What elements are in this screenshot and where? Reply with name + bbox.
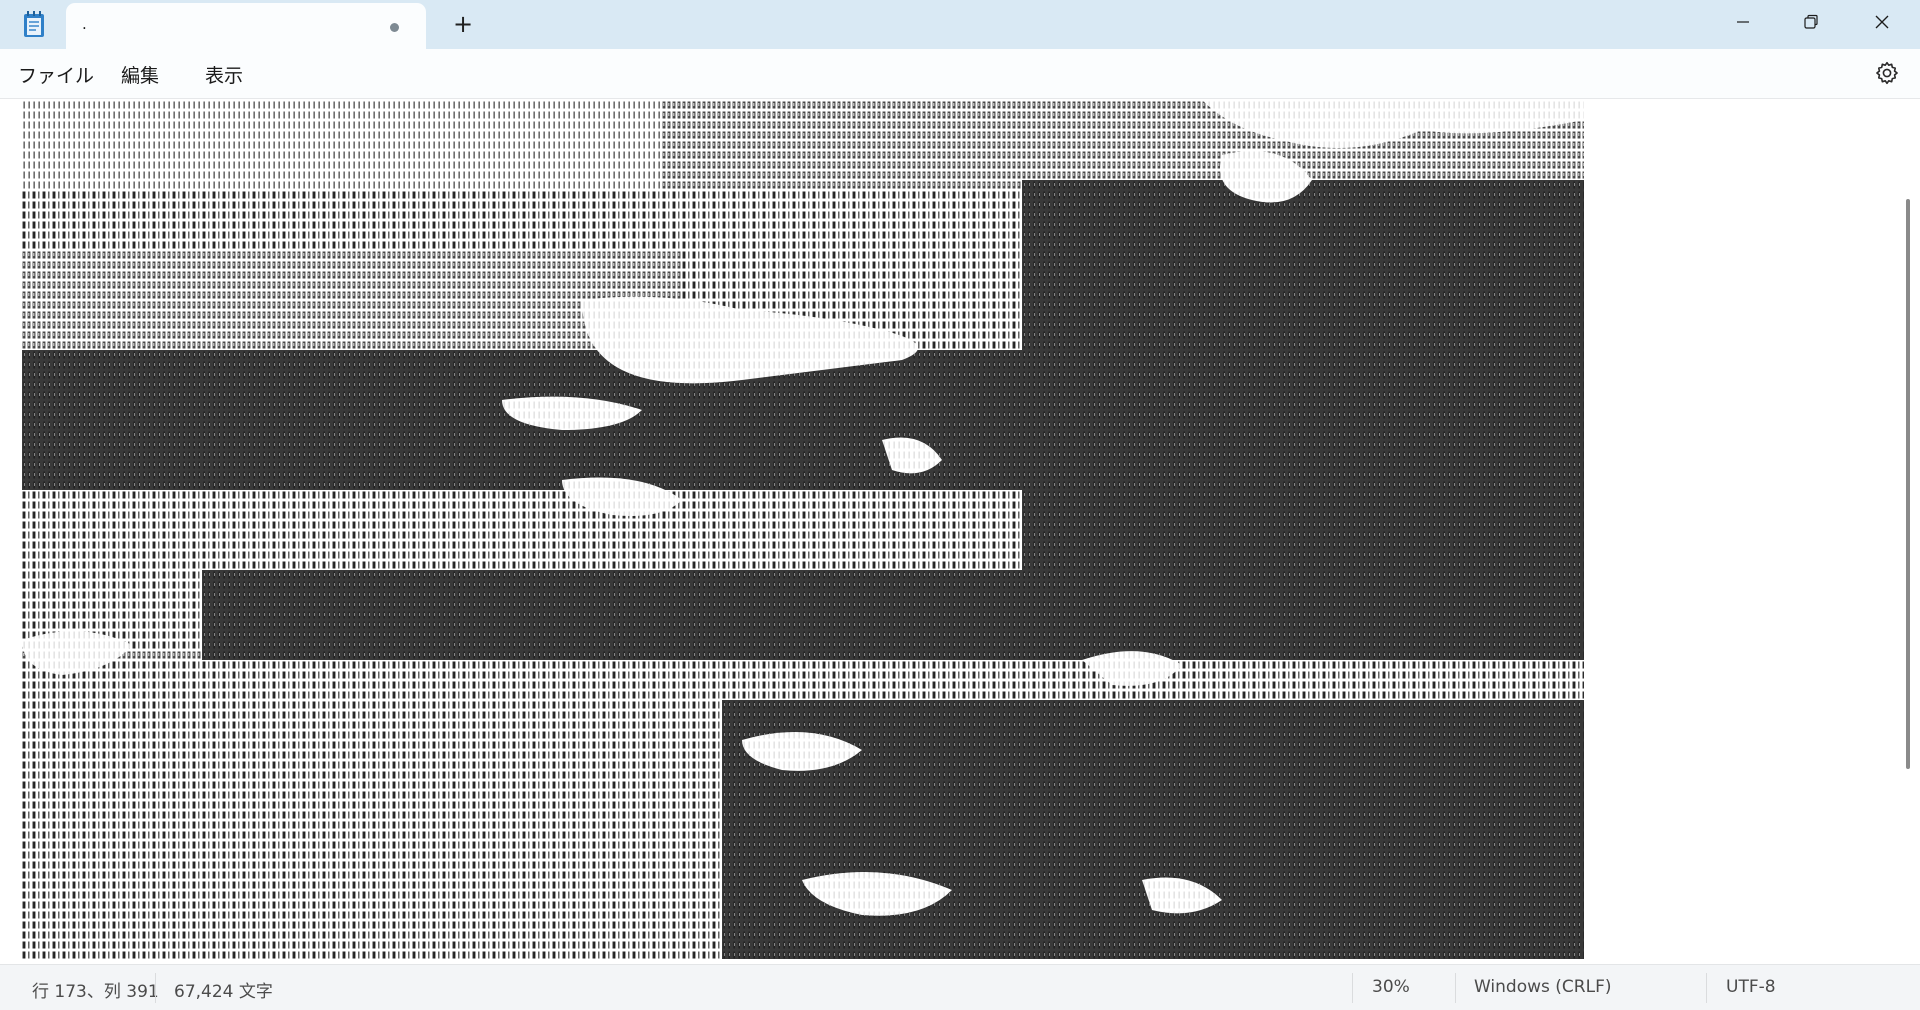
restore-button[interactable]	[1777, 0, 1845, 44]
zoom-level[interactable]: 30%	[1372, 977, 1410, 997]
menu-edit[interactable]: 編集	[121, 61, 159, 88]
tab-document[interactable]: .	[66, 3, 426, 50]
status-divider	[155, 973, 156, 1003]
menu-file[interactable]: ファイル	[18, 61, 94, 88]
status-divider	[1706, 973, 1707, 1003]
new-tab-button[interactable]: +	[448, 9, 478, 39]
gear-icon[interactable]	[1874, 60, 1900, 86]
status-divider	[1352, 973, 1353, 1003]
close-icon	[1875, 15, 1889, 29]
tab-title: .	[82, 15, 87, 33]
status-divider	[1455, 973, 1456, 1003]
encoding[interactable]: UTF-8	[1726, 977, 1776, 997]
menu-bar: ファイル 編集 表示	[0, 49, 1920, 99]
ascii-art-content	[22, 100, 1584, 959]
menu-view[interactable]: 表示	[205, 61, 243, 88]
minimize-icon	[1737, 21, 1749, 23]
close-button[interactable]	[1848, 0, 1916, 44]
minimize-button[interactable]	[1709, 0, 1777, 44]
notepad-icon	[24, 11, 44, 37]
unsaved-dot-icon[interactable]	[390, 23, 399, 32]
title-bar: . +	[0, 0, 1920, 50]
notepad-window: . + ファイル 編集 表示 行 173、列 391 67,424 文字 30%…	[0, 0, 1920, 1010]
line-ending[interactable]: Windows (CRLF)	[1474, 977, 1612, 997]
character-count: 67,424 文字	[174, 982, 273, 1002]
restore-icon	[1804, 14, 1818, 29]
cursor-position: 行 173、列 391	[32, 982, 159, 1002]
status-bar: 行 173、列 391 67,424 文字 30% Windows (CRLF)…	[0, 964, 1920, 1010]
vertical-scrollbar[interactable]	[1906, 199, 1910, 769]
text-editor[interactable]	[0, 99, 1920, 964]
